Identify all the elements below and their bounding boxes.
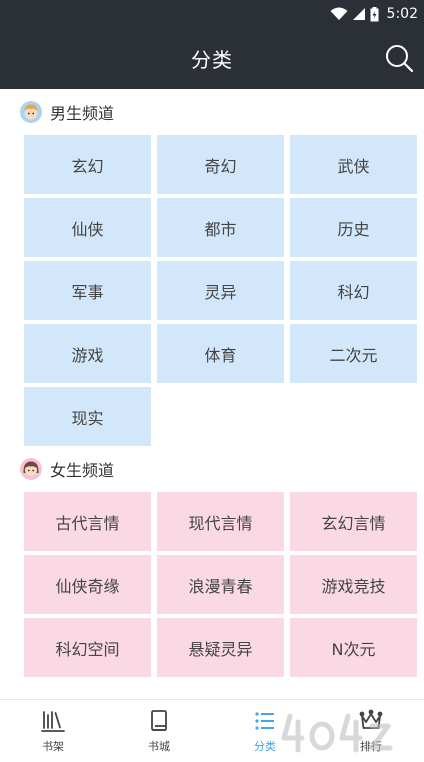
tab-bookstore-label: 书城 [148, 740, 170, 753]
category-cell[interactable]: 历史 [290, 198, 417, 257]
signal-icon [352, 7, 366, 21]
category-cell[interactable]: 武侠 [290, 135, 417, 194]
category-cell[interactable]: 悬疑灵异 [157, 618, 284, 677]
list-icon [255, 712, 274, 730]
section-male-title: 男生频道 [50, 104, 115, 123]
section-female-header: 女生频道 [0, 446, 424, 492]
category-cell[interactable]: 玄幻 [24, 135, 151, 194]
category-cell[interactable]: 科幻空间 [24, 618, 151, 677]
app-bar: 分类 [0, 28, 424, 89]
category-cell[interactable]: 都市 [157, 198, 284, 257]
watermark-logo [281, 713, 393, 753]
status-bar: 5:02 [0, 0, 424, 28]
tab-bookshelf[interactable]: 书架 [0, 700, 106, 762]
search-button[interactable] [384, 43, 414, 73]
category-cell[interactable]: 现代言情 [157, 492, 284, 551]
category-cell[interactable]: 仙侠 [24, 198, 151, 257]
category-cell[interactable]: 现实 [24, 387, 151, 446]
tab-bookshelf-label: 书架 [42, 740, 64, 753]
female-category-grid: 古代言情 现代言情 玄幻言情 仙侠奇缘 浪漫青春 游戏竞技 科幻空间 悬疑灵异 … [0, 492, 424, 677]
section-male-header: 男生频道 [0, 89, 424, 135]
category-cell[interactable]: 科幻 [290, 261, 417, 320]
bookshelf-icon [41, 711, 65, 732]
category-cell[interactable]: 体育 [157, 324, 284, 383]
category-cell[interactable]: 灵异 [157, 261, 284, 320]
category-content: 男生频道 玄幻 奇幻 武侠 仙侠 都市 历史 军事 灵异 科幻 游戏 体育 二次… [0, 89, 424, 699]
boy-avatar-icon [20, 101, 42, 123]
status-time: 5:02 [386, 6, 418, 22]
girl-avatar-icon [20, 458, 42, 480]
category-cell[interactable]: 浪漫青春 [157, 555, 284, 614]
category-cell[interactable]: 古代言情 [24, 492, 151, 551]
category-cell[interactable]: 仙侠奇缘 [24, 555, 151, 614]
category-cell[interactable]: N次元 [290, 618, 417, 677]
category-cell[interactable]: 玄幻言情 [290, 492, 417, 551]
category-cell[interactable]: 游戏 [24, 324, 151, 383]
male-category-grid: 玄幻 奇幻 武侠 仙侠 都市 历史 军事 灵异 科幻 游戏 体育 二次元 现实 [0, 135, 424, 446]
page-title: 分类 [191, 48, 233, 72]
category-cell[interactable]: 二次元 [290, 324, 417, 383]
category-cell[interactable]: 奇幻 [157, 135, 284, 194]
section-female-title: 女生频道 [50, 461, 115, 480]
wifi-icon [330, 7, 348, 21]
category-cell[interactable]: 游戏竞技 [290, 555, 417, 614]
search-icon [386, 45, 414, 73]
category-cell[interactable]: 军事 [24, 261, 151, 320]
battery-icon [370, 6, 379, 22]
book-icon [151, 710, 167, 731]
tab-bookstore[interactable]: 书城 [106, 700, 212, 762]
tab-category-label: 分类 [254, 740, 276, 753]
